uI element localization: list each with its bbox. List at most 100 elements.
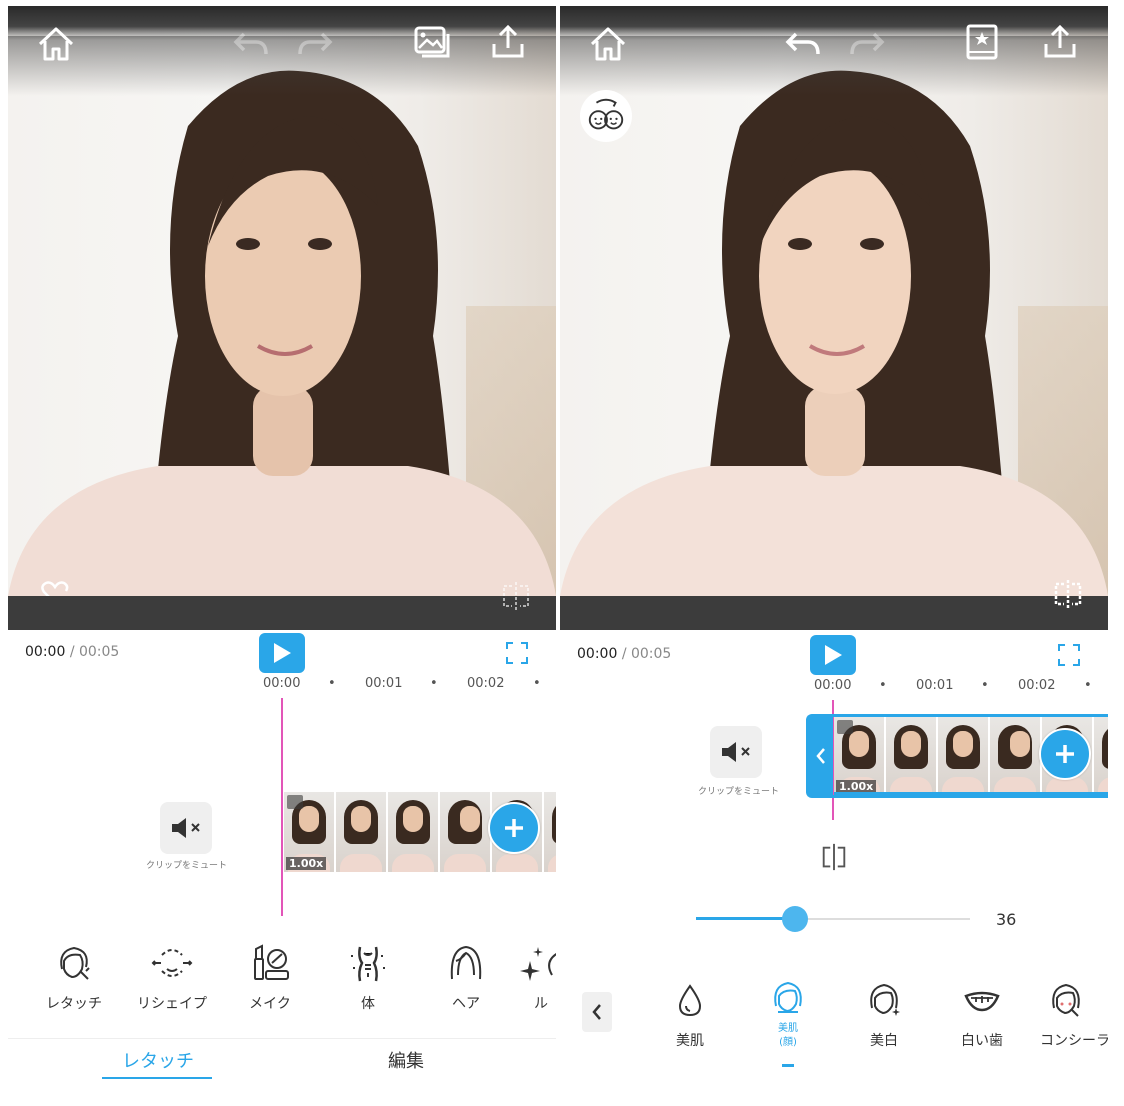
undo-button[interactable]: [782, 22, 826, 66]
play-button[interactable]: [810, 635, 856, 675]
home-button[interactable]: [586, 22, 630, 66]
concealer-icon: [1052, 983, 1080, 1017]
compare-bar: [560, 596, 1108, 630]
compare-bar: [8, 596, 556, 630]
compare-icon: [503, 582, 529, 610]
chevron-left-icon: [816, 748, 825, 764]
clip-thumbnail: [886, 717, 936, 795]
left-screen: 00:00 / 00:05 00:00 • 00:01 • 00:02 • クリ…: [8, 6, 556, 1100]
tool-retouch[interactable]: レタッチ: [34, 941, 114, 1013]
home-button[interactable]: [34, 22, 78, 66]
compare-button[interactable]: [1050, 578, 1086, 610]
tab-retouch[interactable]: レタッチ: [122, 1047, 194, 1073]
speaker-icon: [287, 795, 303, 809]
photo-preview[interactable]: [8, 6, 556, 596]
subtool-concealer[interactable]: コンシーラ: [1040, 980, 1108, 1050]
subtool-smooth-skin[interactable]: 美肌: [650, 980, 730, 1050]
tool-reshape[interactable]: リシェイプ: [132, 941, 212, 1013]
gallery-icon: [414, 26, 450, 58]
tool-more[interactable]: ル: [514, 941, 556, 1013]
body-icon: [351, 946, 385, 982]
speed-badge: 1.00x: [286, 857, 327, 870]
speaker-mute-icon: [172, 818, 200, 838]
compare-button[interactable]: [498, 580, 534, 612]
mute-clip-button[interactable]: [710, 726, 762, 778]
right-screen: 00:00 / 00:05 00:00 • 00:01 • 00:02 • クリ…: [560, 6, 1108, 1100]
redo-button[interactable]: [844, 22, 888, 66]
face-skin-icon: [774, 981, 802, 1013]
chevron-left-icon: [592, 1004, 601, 1020]
face-switch-icon: [588, 98, 624, 130]
back-button[interactable]: [582, 992, 612, 1032]
add-clip-button[interactable]: [488, 802, 540, 854]
plus-icon: [1056, 745, 1074, 763]
slider-value: 36: [996, 910, 1017, 929]
undo-icon: [233, 32, 268, 55]
clip-thumbnail: [544, 792, 556, 872]
whitening-face-icon: [870, 983, 900, 1016]
favorites-book-button[interactable]: [960, 20, 1004, 64]
top-toolbar-background: [560, 6, 1108, 40]
redo-button[interactable]: [292, 22, 336, 66]
active-tab-indicator: [102, 1077, 212, 1079]
subtool-whitening[interactable]: 美白: [844, 980, 924, 1050]
export-button[interactable]: [486, 20, 530, 64]
speaker-icon: [837, 720, 853, 734]
face-switch-button[interactable]: [580, 90, 632, 142]
subtool-smooth-skin-face[interactable]: 美肌 (顔): [748, 978, 828, 1050]
tab-edit[interactable]: 編集: [388, 1047, 424, 1073]
tool-hair[interactable]: ヘア: [426, 941, 506, 1013]
bookmark-star-icon: [966, 24, 998, 60]
hair-icon: [450, 945, 482, 980]
clip-thumbnail: 1.00x: [284, 792, 334, 872]
export-button[interactable]: [1038, 20, 1082, 64]
subtool-white-teeth[interactable]: 白い歯: [942, 980, 1022, 1050]
clip-thumbnail: [990, 717, 1040, 795]
intensity-slider[interactable]: [696, 904, 972, 934]
retouch-face-icon: [60, 946, 90, 980]
teeth-icon: [964, 991, 1000, 1012]
timeline-ruler: 00:00 • 00:01 • 00:02 •: [814, 678, 1092, 693]
undo-icon: [785, 32, 820, 55]
fullscreen-icon[interactable]: [504, 640, 530, 666]
home-icon: [590, 27, 626, 61]
bottom-tab-bar: レタッチ 編集: [8, 1038, 556, 1099]
favorite-add-button[interactable]: [38, 576, 72, 596]
share-icon: [1044, 24, 1076, 58]
timeline-ruler: 00:00 • 00:01 • 00:02 •: [263, 676, 541, 691]
slider-fill: [696, 917, 795, 920]
gallery-button[interactable]: [410, 20, 454, 64]
trim-handle-left[interactable]: [809, 717, 833, 795]
home-icon: [38, 27, 74, 61]
clip-thumbnail: [440, 792, 490, 872]
redo-icon: [850, 32, 885, 55]
redo-icon: [298, 32, 333, 55]
undo-button[interactable]: [230, 22, 274, 66]
reshape-face-icon: [151, 949, 193, 977]
share-icon: [492, 24, 524, 58]
play-button[interactable]: [259, 633, 305, 673]
playhead[interactable]: [281, 698, 283, 916]
photo-preview[interactable]: [560, 6, 1108, 602]
split-clip-button[interactable]: [814, 840, 854, 874]
mute-clip-button[interactable]: [160, 802, 212, 854]
speaker-mute-icon: [722, 742, 750, 762]
compare-icon: [1054, 580, 1082, 608]
play-icon: [274, 643, 291, 663]
tool-makeup[interactable]: メイク: [230, 941, 310, 1013]
time-display: 00:00 / 00:05: [25, 644, 120, 660]
slider-knob[interactable]: [782, 906, 808, 932]
play-icon: [825, 645, 842, 665]
split-icon: [822, 843, 846, 871]
drop-icon: [678, 984, 702, 1017]
time-display: 00:00 / 00:05: [577, 646, 672, 662]
mute-clip-label: クリップをミュート: [698, 787, 780, 797]
heart-plus-icon: [41, 581, 69, 596]
clip-thumbnail: [938, 717, 988, 795]
tool-body[interactable]: 体: [328, 941, 408, 1013]
makeup-icon: [254, 944, 289, 980]
fullscreen-icon[interactable]: [1056, 642, 1082, 668]
top-toolbar-background: [8, 6, 556, 40]
clip-thumbnail: [1094, 717, 1108, 795]
add-clip-button[interactable]: [1039, 728, 1091, 780]
